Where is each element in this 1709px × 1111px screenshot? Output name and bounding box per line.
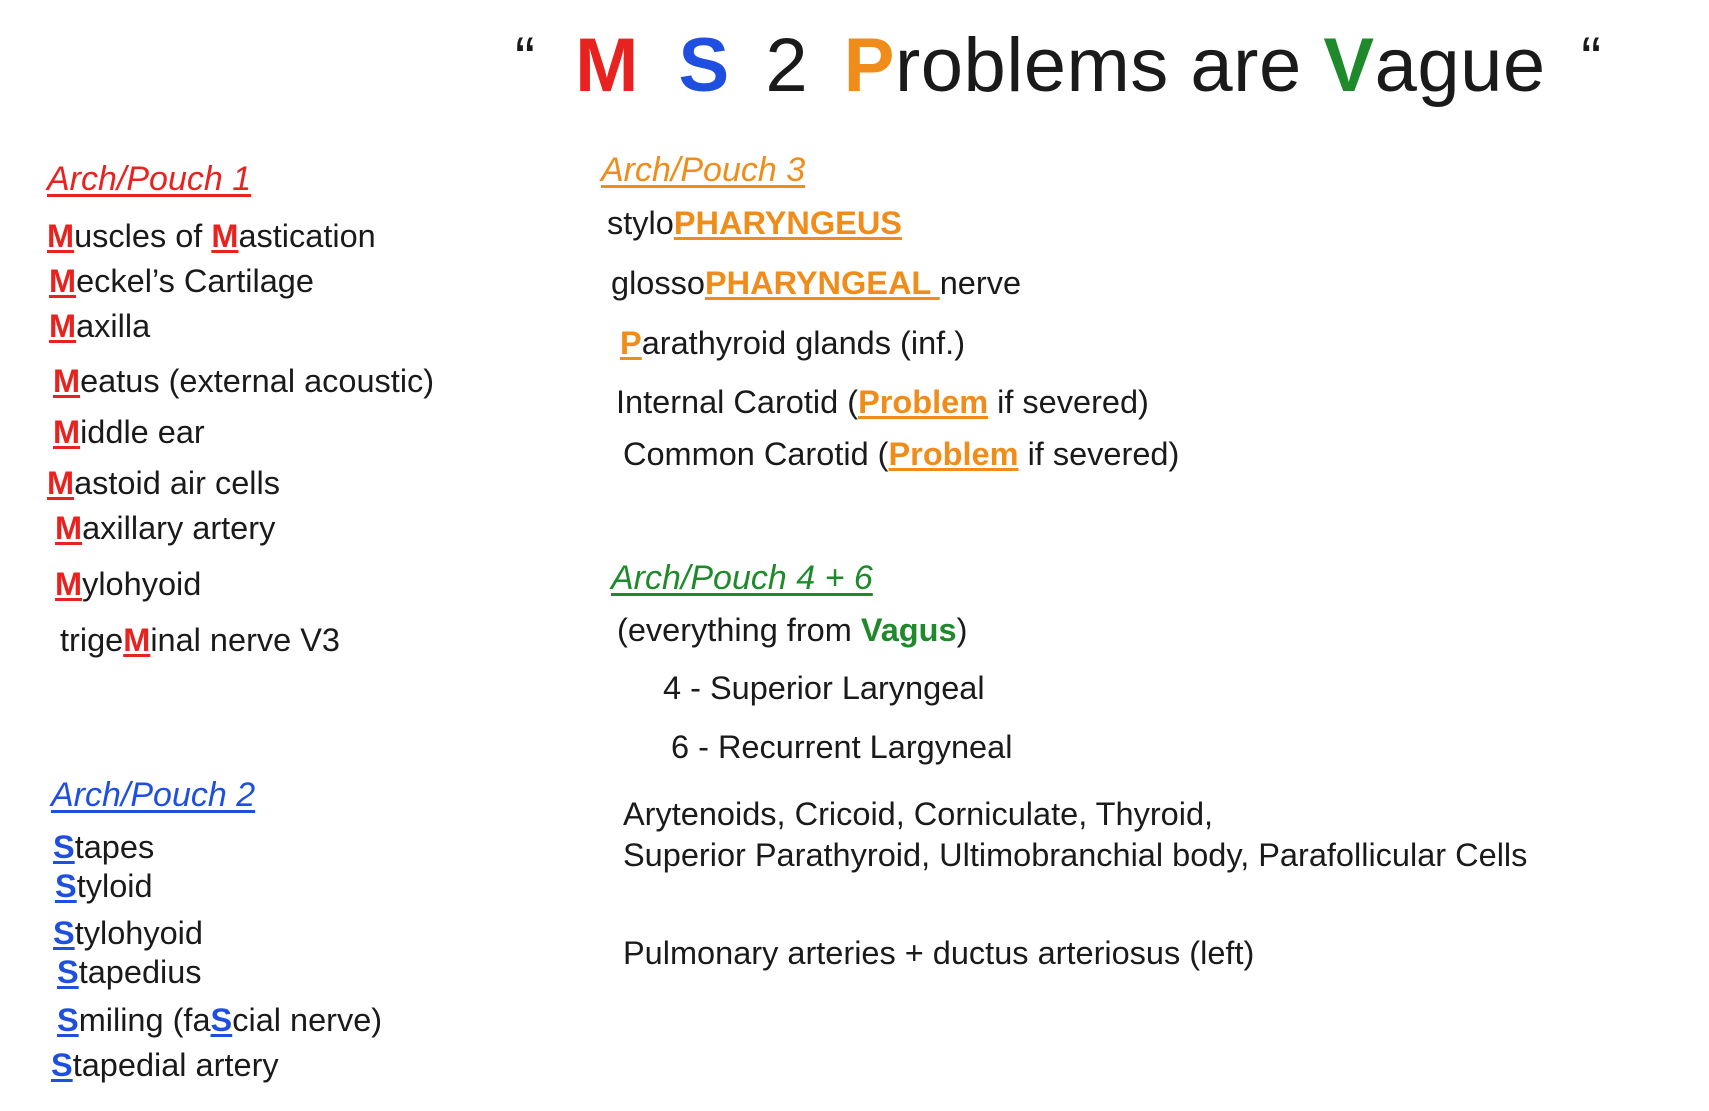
- arch1-item-5: Middle ear: [53, 414, 205, 451]
- arch3-heading: Arch/Pouch 3: [601, 151, 806, 189]
- arch2-item-3-letter: S: [53, 915, 75, 951]
- title-p: P: [843, 23, 895, 108]
- arch1-item-2-letter: M: [49, 263, 77, 299]
- arch2-item-5-letter: S: [57, 1002, 79, 1038]
- arch1-item-6-text: astoid air cells: [74, 465, 280, 501]
- arch46-recurrent-laryngeal: 6 - Recurrent Largyneal: [671, 729, 1013, 765]
- arch1-item-2: Meckel’s Cartilage: [49, 263, 314, 300]
- title-s: S: [678, 23, 730, 108]
- arch2-item-3-text: tylohyoid: [74, 915, 203, 951]
- arch3-item-1-prefix: stylo: [607, 205, 674, 241]
- title-close-quote: “: [1581, 25, 1602, 92]
- arch3-item-2-prefix: glosso: [611, 265, 705, 301]
- arch2-heading: Arch/Pouch 2: [51, 776, 256, 814]
- arch1-item-2-text: eckel’s Cartilage: [76, 263, 314, 299]
- arch3-item-3-suffix: arathyroid glands (inf.): [641, 325, 966, 361]
- arch1-item-6: Mastoid air cells: [47, 465, 280, 502]
- arch3-item-3: Parathyroid glands (inf.): [620, 325, 965, 362]
- title-open-quote: “: [515, 25, 536, 92]
- arch3-item-3-highlight: P: [620, 325, 642, 361]
- arch2-item-1: Stapes: [53, 829, 154, 866]
- arch1-item-8: Mylohyoid: [55, 566, 201, 603]
- arch3-item-2-highlight: PHARYNGEAL: [704, 265, 940, 301]
- title-v: V: [1323, 23, 1375, 108]
- arch2-item-5-letter-2: S: [210, 1002, 233, 1038]
- arch3-item-1: styloPHARYNGEUS: [607, 205, 902, 242]
- arch1-item-9-letter: M: [123, 622, 151, 658]
- arch1-item-7-letter: M: [55, 510, 83, 546]
- arch1-item-6-letter: M: [47, 465, 75, 501]
- arch1-item-9: trigeMinal nerve V3: [60, 622, 340, 659]
- arch1-item-3: Maxilla: [49, 308, 150, 345]
- arch3-item-4-prefix: Internal Carotid (: [616, 384, 859, 420]
- title-m: M: [575, 23, 639, 108]
- arch3-item-5-prefix: Common Carotid (: [623, 436, 889, 472]
- arch46-intro-suffix: ): [956, 612, 968, 648]
- arch1-item-9-text: inal nerve V3: [150, 622, 341, 658]
- arch1-item-3-text: axilla: [76, 308, 151, 344]
- arch46-list-line-1: Arytenoids, Cricoid, Corniculate, Thyroi…: [623, 796, 1214, 832]
- arch2-item-5: Smiling (faScial nerve): [57, 1002, 382, 1039]
- arch3-item-2-suffix: nerve: [939, 265, 1022, 301]
- arch1-heading: Arch/Pouch 1: [47, 160, 252, 198]
- arch3-item-1-highlight: PHARYNGEUS: [673, 205, 902, 241]
- arch2-item-5-text-2: cial nerve): [232, 1002, 383, 1038]
- arch46-heading: Arch/Pouch 4 + 6: [611, 559, 873, 597]
- arch46-pulmonary: Pulmonary arteries + ductus arteriosus (…: [623, 935, 1255, 971]
- arch2-item-1-text: tapes: [74, 829, 155, 865]
- arch1-item-1-letter-2: M: [211, 218, 239, 254]
- arch3-item-4-suffix: if severed): [988, 384, 1149, 420]
- title-ague: ague: [1374, 23, 1546, 108]
- arch1-item-4: Meatus (external acoustic): [53, 363, 434, 400]
- arch2-item-2: Styloid: [55, 868, 153, 905]
- arch1-item-8-letter: M: [55, 566, 83, 602]
- title-roblems-are: roblems are: [894, 23, 1302, 108]
- arch2-item-3: Stylohyoid: [53, 915, 203, 952]
- arch1-item-1-letter: M: [47, 218, 75, 254]
- arch1-item-5-text: iddle ear: [80, 414, 205, 450]
- arch3-item-5-highlight: Problem: [888, 436, 1019, 472]
- arch1-item-7: Maxillary artery: [55, 510, 275, 547]
- arch1-item-9-prefix: trige: [60, 622, 124, 658]
- arch2-item-2-text: tyloid: [76, 868, 153, 904]
- arch3-item-2: glossoPHARYNGEAL nerve: [611, 265, 1021, 302]
- arch46-intro-vagus: Vagus: [860, 612, 957, 648]
- arch1-item-4-text: eatus (external acoustic): [80, 363, 435, 399]
- arch1-item-7-text: axillary artery: [82, 510, 276, 546]
- arch2-item-6-text: tapedial artery: [72, 1047, 279, 1083]
- arch46-superior-laryngeal: 4 - Superior Laryngeal: [663, 670, 985, 706]
- title-two: 2: [765, 23, 809, 108]
- arch1-item-5-letter: M: [53, 414, 81, 450]
- arch2-item-6: Stapedial artery: [51, 1047, 279, 1084]
- arch1-item-1-text: uscles of: [74, 218, 212, 254]
- slide-title: “ M S 2 Problems are Vague “: [515, 22, 1602, 109]
- arch3-item-5-suffix: if severed): [1018, 436, 1180, 472]
- arch2-item-4-letter: S: [57, 954, 79, 990]
- arch3-item-4-highlight: Problem: [858, 384, 989, 420]
- arch1-item-8-text: ylohyoid: [82, 566, 202, 602]
- arch46-intro-prefix: (everything from: [617, 612, 861, 648]
- arch1-item-1: Muscles of Mastication: [47, 218, 376, 255]
- arch2-item-1-letter: S: [53, 829, 75, 865]
- arch2-item-2-letter: S: [55, 868, 77, 904]
- arch3-item-4: Internal Carotid (Problem if severed): [616, 384, 1149, 421]
- arch46-intro: (everything from Vagus): [617, 612, 967, 649]
- arch3-item-5: Common Carotid (Problem if severed): [623, 436, 1179, 473]
- arch2-item-6-letter: S: [51, 1047, 73, 1083]
- arch2-item-5-text: miling (fa: [78, 1002, 211, 1038]
- arch2-item-4: Stapedius: [57, 954, 202, 991]
- arch1-item-1-text-2: astication: [238, 218, 376, 254]
- arch2-item-4-text: tapedius: [78, 954, 202, 990]
- arch1-item-4-letter: M: [53, 363, 81, 399]
- arch1-item-3-letter: M: [49, 308, 77, 344]
- arch46-list-line-2: Superior Parathyroid, Ultimobranchial bo…: [623, 837, 1528, 873]
